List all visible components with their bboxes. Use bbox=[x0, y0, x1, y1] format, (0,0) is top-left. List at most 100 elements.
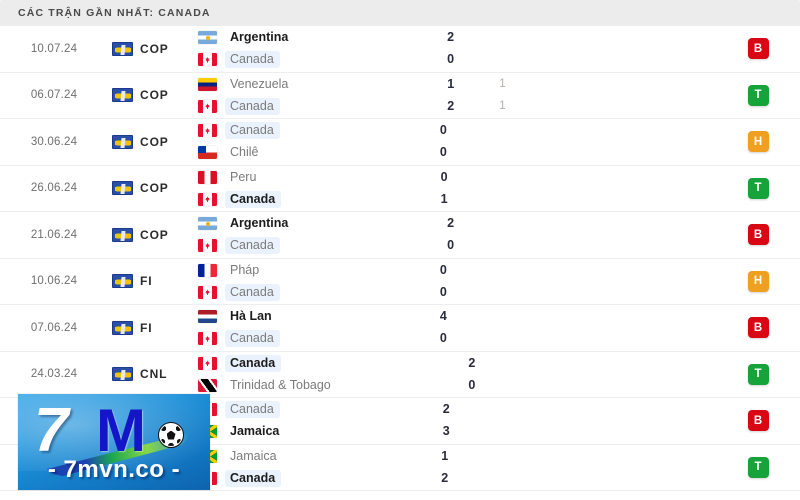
team-line-away: Jamaica bbox=[198, 424, 437, 439]
status-badge[interactable]: T bbox=[747, 177, 769, 199]
teams-cell[interactable]: Canada Trinidad & Tobago bbox=[196, 352, 462, 398]
result-badge-cell: B bbox=[716, 26, 800, 72]
status-badge[interactable]: H bbox=[747, 270, 769, 292]
canada-flag-icon bbox=[198, 332, 217, 346]
team-name-home: Canada bbox=[225, 401, 280, 419]
halftime-score-cell bbox=[495, 398, 565, 444]
fulltime-score-cell: 01 bbox=[435, 166, 493, 212]
team-name-home: Canada bbox=[225, 354, 282, 372]
team-line-away: Canada bbox=[198, 283, 434, 301]
score-home: 2 bbox=[468, 355, 476, 370]
teams-cell[interactable]: Pháp Canada bbox=[196, 259, 434, 305]
halftime-score-cell bbox=[492, 259, 562, 305]
match-date: 26.06.24 bbox=[30, 182, 78, 195]
competition-cell[interactable]: COP bbox=[108, 212, 196, 258]
teams-cell[interactable]: Peru Canada bbox=[196, 166, 435, 212]
halftime-score-cell bbox=[493, 445, 563, 491]
table-row[interactable]: 24.03.24 CNL Canada Trinidad & Tobago 2 0 T bbox=[0, 351, 800, 398]
competition-cell[interactable]: COP bbox=[108, 26, 196, 72]
copa-america-flag-icon bbox=[112, 88, 133, 103]
teams-cell[interactable]: Canada Jamaica bbox=[196, 398, 437, 444]
halftime-score-cell bbox=[492, 119, 562, 165]
score-home: 0 bbox=[439, 123, 447, 138]
halftime-away bbox=[499, 52, 569, 67]
table-row[interactable]: 06.07.24 COP Venezuela Canada 1 2 1 1 T bbox=[0, 72, 800, 119]
halftime-away bbox=[493, 192, 563, 207]
teams-cell[interactable]: Hà Lan Canada bbox=[196, 305, 434, 351]
result-badge-cell: B bbox=[716, 212, 800, 258]
canada-flag-icon bbox=[198, 192, 217, 206]
teams-cell[interactable]: Argentina Canada bbox=[196, 212, 441, 258]
result-badge-cell: T bbox=[716, 352, 800, 398]
status-badge[interactable]: B bbox=[747, 38, 769, 60]
match-date: 06.07.24 bbox=[30, 89, 78, 102]
halftime-home bbox=[492, 123, 562, 138]
result-badge-cell: B bbox=[716, 305, 800, 351]
venezuela-flag-icon bbox=[198, 77, 217, 91]
table-row[interactable]: 07.06.24 FI Hà Lan Canada 4 0 B bbox=[0, 305, 800, 352]
team-name-away: Canada bbox=[225, 97, 280, 115]
score-home: 0 bbox=[439, 262, 447, 277]
halftime-home bbox=[520, 356, 590, 371]
competition-cell[interactable]: COP bbox=[108, 119, 196, 165]
teams-cell[interactable]: Argentina Canada bbox=[196, 26, 441, 72]
competition-cell[interactable]: COP bbox=[108, 166, 196, 212]
team-name-home: Argentina bbox=[230, 216, 289, 231]
table-row[interactable]: 10.06.24 FI Pháp Canada 0 0 H bbox=[0, 258, 800, 305]
team-name-away: Canada bbox=[225, 51, 280, 69]
friendly-flag-icon bbox=[112, 274, 133, 289]
competition-cell[interactable]: FI bbox=[108, 259, 196, 305]
result-badge-cell: H bbox=[716, 119, 800, 165]
halftime-score-cell bbox=[520, 352, 590, 398]
canada-flag-icon bbox=[198, 53, 217, 67]
teams-cell[interactable]: Jamaica Canada bbox=[196, 445, 435, 491]
watermark-logo: 7 M - 7mvn.co - bbox=[18, 394, 210, 490]
team-line-home: Jamaica bbox=[198, 449, 435, 464]
halftime-away bbox=[492, 331, 562, 346]
competition-cell[interactable]: CNL bbox=[108, 352, 196, 398]
team-name-away: Canada bbox=[225, 283, 280, 301]
argentina-flag-icon bbox=[198, 31, 217, 45]
competition-cell[interactable]: FI bbox=[108, 305, 196, 351]
halftime-score-cell bbox=[499, 212, 569, 258]
status-badge[interactable]: T bbox=[747, 363, 769, 385]
teams-cell[interactable]: Canada Chilê bbox=[196, 119, 434, 165]
argentina-flag-icon bbox=[198, 217, 217, 231]
competition-label: COP bbox=[140, 227, 169, 242]
team-line-away: Canada bbox=[198, 97, 441, 115]
canada-flag-icon bbox=[198, 285, 217, 299]
team-line-away: Canada bbox=[198, 330, 434, 348]
team-line-away: Canada bbox=[198, 469, 435, 487]
team-name-home: Venezuela bbox=[230, 76, 289, 91]
fulltime-score-cell: 20 bbox=[441, 26, 499, 72]
status-badge[interactable]: B bbox=[747, 410, 769, 432]
halftime-score-cell bbox=[492, 305, 562, 351]
team-name-away: Canada bbox=[225, 190, 282, 208]
status-badge[interactable]: B bbox=[747, 317, 769, 339]
team-line-home: Argentina bbox=[198, 216, 441, 231]
status-badge[interactable]: T bbox=[747, 84, 769, 106]
score-away: 3 bbox=[442, 424, 450, 439]
status-badge[interactable]: H bbox=[747, 131, 769, 153]
chile-flag-icon bbox=[198, 146, 217, 160]
page-title: CÁC TRẬN GẦN NHẤT: CANADA bbox=[18, 7, 211, 19]
netherlands-flag-icon bbox=[198, 310, 217, 324]
match-date: 10.06.24 bbox=[30, 275, 78, 288]
score-home: 2 bbox=[442, 402, 450, 417]
table-row[interactable]: 10.07.24 COP Argentina Canada 2 0 B bbox=[0, 26, 800, 73]
table-row[interactable]: 30.06.24 COP Canada Chilê 0 0 H bbox=[0, 119, 800, 166]
table-row[interactable]: 26.06.24 COP Peru Canada 0 1 T bbox=[0, 165, 800, 212]
status-badge[interactable]: B bbox=[747, 224, 769, 246]
fulltime-score-cell: 23 bbox=[437, 398, 495, 444]
competition-cell[interactable]: COP bbox=[108, 73, 196, 119]
status-badge[interactable]: T bbox=[747, 456, 769, 478]
team-name-away: Canada bbox=[225, 469, 282, 487]
halftime-away: 1 bbox=[499, 99, 506, 112]
score-away: 2 bbox=[447, 98, 455, 113]
teams-cell[interactable]: Venezuela Canada bbox=[196, 73, 441, 119]
halftime-score-cell bbox=[493, 166, 563, 212]
recent-matches-panel: CÁC TRẬN GẦN NHẤT: CANADA 10.07.24 COP Arg… bbox=[0, 0, 800, 500]
table-row[interactable]: 21.06.24 COP Argentina Canada 2 0 B bbox=[0, 212, 800, 259]
